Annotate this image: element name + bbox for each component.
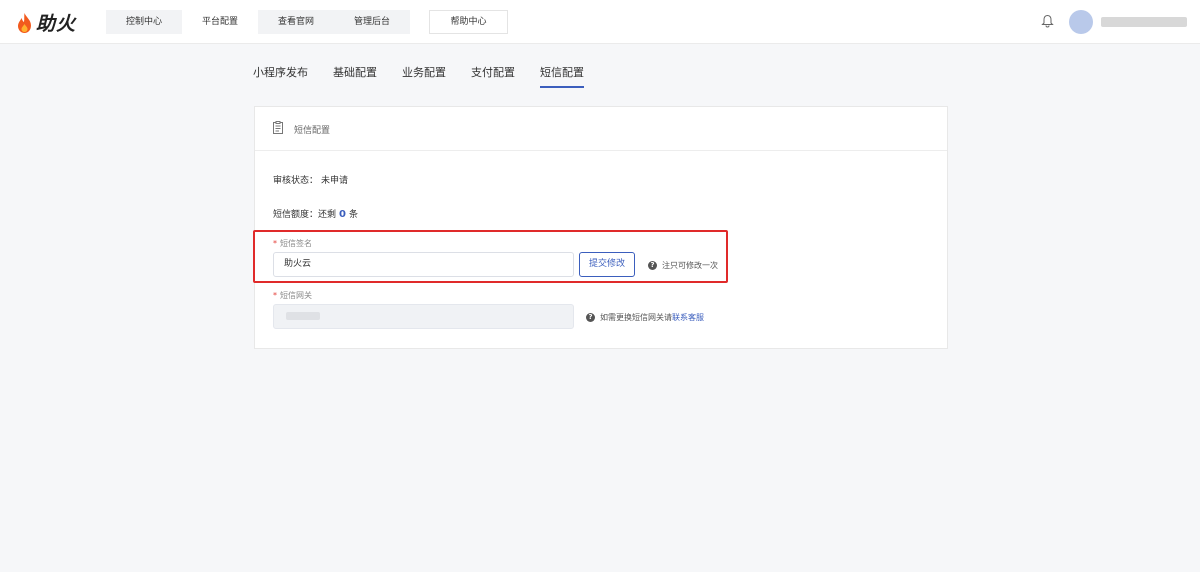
tab-basic-config[interactable]: 基础配置 [333,62,377,88]
signature-label-text: 短信签名 [280,239,312,248]
quota-suffix: 条 [348,210,358,220]
contact-support-link[interactable]: 联系客服 [672,312,704,323]
config-tabs: 小程序发布 基础配置 业务配置 支付配置 短信配置 [253,62,609,88]
bell-icon[interactable] [1041,14,1054,28]
submit-change-button[interactable]: 提交修改 [579,252,635,277]
sms-config-card: 短信配置 审核状态： 未申请 短信额度：还剩 0 条 * 短信签名 助火云 提交修改 ?… [254,106,948,349]
tab-payment-config[interactable]: 支付配置 [471,62,515,88]
status-value: 未申请 [321,176,349,186]
quota-count: 0 [339,209,346,220]
nav-item-platform-config[interactable]: 平台配置 [182,10,258,34]
quota-prefix: 短信额度：还剩 [273,210,337,220]
tab-sms-config[interactable]: 短信配置 [540,62,584,88]
nav-item-admin[interactable]: 管理后台 [334,10,410,34]
top-bar: 助火 控制中心 平台配置 查看官网 管理后台 帮助中心 [0,0,1200,44]
review-status: 审核状态： 未申请 [273,173,348,186]
question-circle-icon: ? [586,313,595,322]
card-header: 短信配置 [255,107,947,151]
main-nav: 控制中心 平台配置 查看官网 管理后台 [106,10,410,34]
brand-name: 助火 [36,13,77,35]
signature-label: * 短信签名 [273,238,312,249]
required-mark: * [273,239,277,248]
gateway-hint: ? 如需更换短信网关请 联系客服 [586,312,704,323]
gateway-input [273,304,574,329]
avatar[interactable] [1069,10,1093,34]
username-redacted[interactable] [1101,17,1187,27]
flame-icon [18,12,31,33]
question-circle-icon: ? [648,261,657,270]
status-label: 审核状态： [273,176,319,186]
sms-quota: 短信额度：还剩 0 条 [273,207,358,220]
help-center-button[interactable]: 帮助中心 [429,10,508,34]
tab-miniprogram-publish[interactable]: 小程序发布 [253,62,308,88]
signature-hint: ? 注只可修改一次 [648,260,718,271]
nav-item-control-center[interactable]: 控制中心 [106,10,182,34]
required-mark: * [273,291,277,300]
gateway-label: * 短信网关 [273,290,312,301]
logo[interactable]: 助火 [16,9,76,36]
tab-business-config[interactable]: 业务配置 [402,62,446,88]
clipboard-icon [273,121,283,134]
gateway-value-redacted [286,311,320,320]
signature-hint-text: 注只可修改一次 [662,261,718,270]
gateway-label-text: 短信网关 [280,291,312,300]
card-title: 短信配置 [294,126,331,136]
nav-item-official-site[interactable]: 查看官网 [258,10,334,34]
gateway-hint-text: 如需更换短信网关请 [600,313,672,322]
signature-input[interactable]: 助火云 [273,252,574,277]
